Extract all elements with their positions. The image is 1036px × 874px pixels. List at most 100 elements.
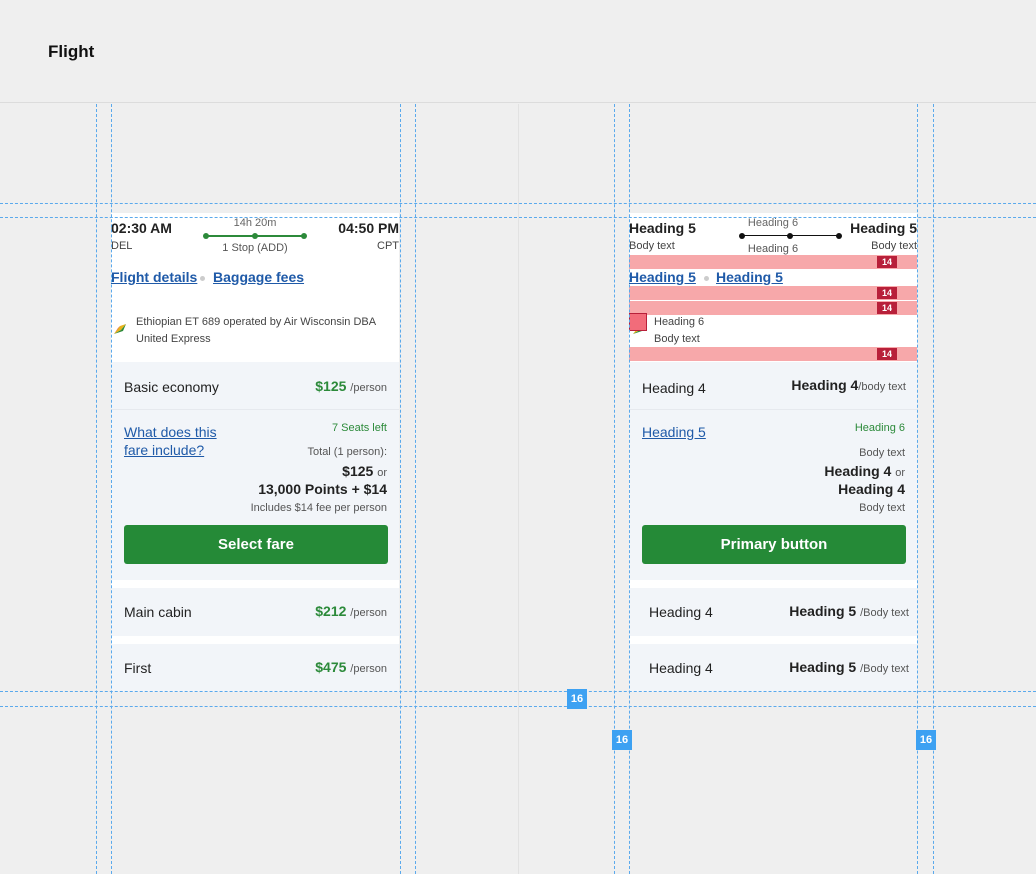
spacing-badge: 14 (877, 287, 897, 299)
spacing-badge: 14 (877, 348, 897, 360)
spacing-badge-right: 16 (916, 730, 936, 750)
spec-heading6-green: Heading 6 (854, 422, 905, 434)
spec-airline-text: Heading 6 Body text (654, 314, 924, 348)
spacing-badge-vertical: 16 (567, 689, 587, 709)
spec-fare-price-unit: /Body text (860, 663, 909, 675)
spacing-indicator: 14 (629, 286, 917, 300)
fare-include-line-1: What does this (124, 424, 217, 440)
route-destination-dot (301, 233, 307, 239)
row-gap (111, 580, 399, 588)
grid-guide (614, 104, 615, 874)
grid-guide (0, 203, 1036, 204)
logo-size-indicator (629, 313, 647, 331)
route-origin-dot (203, 233, 209, 239)
fare-price: $475 /person (315, 659, 387, 675)
stop-info: 1 Stop (ADD) (222, 242, 288, 254)
spec-airline-body: Body text (654, 333, 700, 345)
link-separator (200, 276, 205, 281)
spec-body-b: Body text (859, 502, 905, 514)
flight-card: 02:30 AM DEL 04:50 PM CPT 14h 20m 1 Stop… (111, 213, 399, 692)
baggage-fees-link[interactable]: Baggage fees (213, 269, 304, 285)
row-gap (629, 580, 917, 588)
spec-fare-row-2[interactable]: Heading 4 Heading 5 /Body text (629, 588, 917, 636)
flight-links-row: Flight details Baggage fees (111, 261, 399, 299)
select-fare-button[interactable]: Select fare (124, 525, 388, 564)
spec-link-2[interactable]: Heading 5 (716, 269, 783, 285)
fare-price-amount: $125 (315, 378, 347, 394)
spec-details-panel: Heading 5 Heading 6 Body text Heading 4 … (629, 410, 917, 580)
flight-duration: 14h 20m (233, 217, 277, 229)
grid-guide (933, 104, 934, 874)
spec-times-row: Heading 5 Body text Heading 5 Body text … (629, 213, 917, 261)
seats-left: 7 Seats left (331, 422, 387, 434)
or-label: or (377, 467, 387, 479)
spec-fare-price-heading: Heading 5 (789, 603, 857, 619)
spec-route-dot (836, 233, 842, 239)
fare-include-line-2: fare include? (124, 442, 205, 458)
cash-price: $125 or (342, 463, 387, 479)
spec-link-heading5[interactable]: Heading 5 (642, 423, 706, 441)
fare-name: First (124, 660, 152, 676)
spec-fare-price-unit: /body text (858, 381, 906, 393)
flight-details-link[interactable]: Flight details (111, 269, 197, 285)
or-label: or (895, 467, 905, 479)
spacing-indicator: 14 (629, 347, 917, 361)
grid-guide (0, 706, 1036, 707)
spacing-badge-left: 16 (612, 730, 632, 750)
spec-link-1[interactable]: Heading 5 (629, 269, 696, 285)
spec-fare-price-heading: Heading 4 (791, 377, 859, 393)
fare-price: $212 /person (315, 603, 387, 619)
spec-heading4-a-text: Heading 4 (824, 463, 892, 479)
spec-route-dot (739, 233, 745, 239)
grid-guide (415, 104, 416, 874)
row-gap (111, 636, 399, 644)
total-label: Total (1 person): (307, 446, 387, 458)
grid-guide (96, 104, 97, 874)
spacing-badge: 14 (877, 302, 897, 314)
spec-fare-row-3[interactable]: Heading 4 Heading 5 /Body text (629, 644, 917, 692)
spec-heading6-top: Heading 6 (747, 217, 799, 229)
grid-guide (111, 104, 112, 874)
fare-row-first[interactable]: First $475 /person (111, 644, 399, 692)
route-line (203, 233, 307, 239)
spec-heading6-bottom: Heading 6 (747, 243, 799, 255)
fare-details-panel: What does this fare include? 7 Seats lef… (111, 410, 399, 580)
spec-fare-price: Heading 5 /Body text (789, 603, 909, 619)
flight-times-row: 02:30 AM DEL 04:50 PM CPT 14h 20m 1 Stop… (111, 213, 399, 261)
airline-line-2: United Express (136, 333, 211, 345)
fare-name: Basic economy (124, 379, 219, 395)
header-bar: Flight (0, 0, 1036, 103)
fare-row-basic-economy[interactable]: Basic economy $125 /person (111, 362, 399, 410)
grid-guide (400, 104, 401, 874)
airline-line-1: Ethiopian ET 689 operated by Air Wiscons… (136, 316, 377, 328)
route-stop-dot (252, 233, 258, 239)
spec-fare-price-unit: /Body text (860, 607, 909, 619)
airline-description: Ethiopian ET 689 operated by Air Wiscons… (136, 314, 406, 348)
center-divider (518, 104, 519, 874)
spacing-badge: 14 (877, 256, 897, 268)
row-gap (629, 636, 917, 644)
points-price: 13,000 Points + $14 (258, 481, 387, 497)
primary-button[interactable]: Primary button (642, 525, 906, 564)
spec-fare-row-1[interactable]: Heading 4 Heading 4/body text (629, 362, 917, 410)
grid-guide (0, 217, 1036, 218)
grid-guide (0, 691, 1036, 692)
spec-fare-price: Heading 5 /Body text (789, 659, 909, 675)
spec-fare-name: Heading 4 (649, 604, 713, 620)
fare-price-amount: $475 (315, 659, 347, 675)
link-separator (704, 276, 709, 281)
grid-guide (917, 104, 918, 874)
spec-fare-price-heading: Heading 5 (789, 659, 857, 675)
fare-row-main-cabin[interactable]: Main cabin $212 /person (111, 588, 399, 636)
spec-route-line (739, 233, 842, 239)
spec-card: Heading 5 Body text Heading 5 Body text … (629, 213, 917, 692)
spacing-indicator: 14 (629, 255, 917, 269)
fare-include-link[interactable]: What does this fare include? (124, 423, 217, 459)
page-title: Flight (48, 42, 95, 61)
spec-route-dot (787, 233, 793, 239)
spec-airline-heading: Heading 6 (654, 316, 705, 328)
fare-price: $125 /person (315, 378, 387, 394)
fare-price-amount: $212 (315, 603, 347, 619)
cash-price-amount: $125 (342, 463, 374, 479)
airline-logo-icon (114, 324, 126, 334)
